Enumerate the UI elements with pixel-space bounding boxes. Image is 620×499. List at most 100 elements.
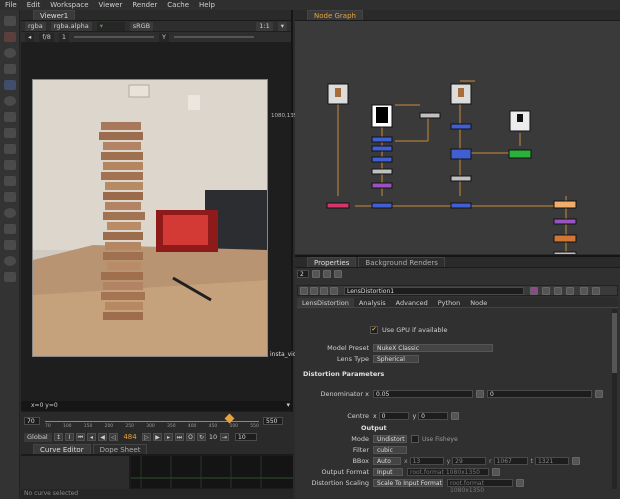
alpha-channel-select[interactable]: rgba.alpha: [50, 21, 92, 31]
settings-icon[interactable]: [330, 287, 338, 295]
bbox-t-field[interactable]: 1321: [534, 457, 569, 465]
in-point-icon[interactable]: I: [65, 433, 74, 441]
bbox-x-field[interactable]: 13: [409, 457, 444, 465]
next-keyframe-icon[interactable]: ▸: [164, 433, 173, 441]
bbox-anim-icon[interactable]: [571, 457, 580, 465]
denominator-anim-icon[interactable]: [476, 390, 484, 398]
node-name-field[interactable]: LensDistortion1: [344, 287, 524, 295]
menu-file[interactable]: File: [0, 0, 22, 10]
float-icon[interactable]: [323, 270, 331, 278]
out-point-icon[interactable]: O: [186, 433, 195, 441]
node-blue-6[interactable]: [450, 202, 472, 209]
merge-tool-icon[interactable]: [4, 128, 16, 138]
node-blue-1[interactable]: [371, 136, 393, 143]
subtab-node[interactable]: Node: [465, 298, 492, 307]
3d-tool-icon[interactable]: [4, 160, 16, 170]
prev-frame-icon[interactable]: ◁: [109, 433, 118, 441]
zoom-select[interactable]: 1:1: [256, 21, 273, 31]
tab-node-graph[interactable]: Node Graph: [307, 10, 363, 20]
channel-tool-icon[interactable]: [4, 64, 16, 74]
centre-x-field[interactable]: 0: [378, 412, 409, 420]
views-tool-icon[interactable]: [4, 176, 16, 186]
transform-tool-icon[interactable]: [4, 144, 16, 154]
last-frame-icon[interactable]: ⏭: [175, 433, 184, 441]
centre-y-field[interactable]: 0: [418, 412, 449, 420]
particles-tool-icon[interactable]: [4, 208, 16, 218]
gamma-slider[interactable]: [174, 36, 255, 38]
distortion-scaling-dropdown[interactable]: Scale To Input Format: [373, 479, 443, 487]
denominator-second-field[interactable]: 0: [487, 390, 592, 398]
node-viewer[interactable]: [553, 251, 577, 254]
frame-field[interactable]: 1: [58, 32, 70, 42]
node-color-icon[interactable]: [530, 287, 538, 295]
subtab-advanced[interactable]: Advanced: [391, 298, 433, 307]
subtab-python[interactable]: Python: [433, 298, 466, 307]
ofx-tool-icon[interactable]: [4, 272, 16, 282]
close-node-icon[interactable]: [592, 287, 600, 295]
mode-dropdown[interactable]: Undistort: [373, 435, 407, 443]
properties-scroll-thumb[interactable]: [612, 313, 617, 373]
node-blue-2[interactable]: [371, 145, 393, 152]
properties-scrollbar[interactable]: [612, 309, 617, 489]
distortion-scaling-anim-icon[interactable]: [516, 479, 524, 487]
current-frame-field[interactable]: 484: [120, 433, 140, 441]
info-bar-dropdown-icon[interactable]: ▾: [286, 401, 290, 409]
prev-keyframe-icon[interactable]: ◂: [87, 433, 96, 441]
node-roto-preview[interactable]: [509, 110, 531, 132]
node-orange[interactable]: [553, 234, 577, 243]
image-tool-icon[interactable]: [4, 16, 16, 26]
use-gpu-checkbox[interactable]: ✔: [370, 326, 378, 334]
step-field[interactable]: 10: [208, 433, 218, 441]
node-blue-3[interactable]: [371, 156, 393, 163]
tab-dope-sheet[interactable]: Dope Sheet: [92, 444, 148, 454]
node-merge[interactable]: [450, 148, 472, 160]
menu-render[interactable]: Render: [127, 0, 162, 10]
centre-icon[interactable]: [310, 287, 318, 295]
subtab-lensdistortion[interactable]: LensDistortion: [297, 298, 354, 307]
node-grey-3[interactable]: [450, 175, 472, 182]
model-preset-dropdown[interactable]: NukeX Classic: [373, 344, 493, 352]
fps-icon[interactable]: ↕: [54, 433, 63, 441]
output-format-text[interactable]: root.format 1080x1350: [407, 468, 489, 476]
node-read-1[interactable]: [327, 83, 349, 105]
distortion-scaling-text[interactable]: root.format 1080x1350: [447, 479, 513, 494]
node-pink[interactable]: [326, 202, 350, 209]
channels-select[interactable]: rgba: [25, 21, 46, 31]
max-panels-field[interactable]: 2: [297, 270, 309, 278]
first-frame-icon[interactable]: ⏮: [76, 433, 85, 441]
color-tool-icon[interactable]: [4, 80, 16, 90]
loop-icon[interactable]: ↻: [197, 433, 206, 441]
node-purple-1[interactable]: [371, 182, 393, 189]
node-green[interactable]: [508, 149, 532, 159]
node-blue-4[interactable]: [371, 202, 393, 209]
float-node-icon[interactable]: [580, 287, 588, 295]
denominator-second-anim-icon[interactable]: [595, 390, 603, 398]
toolsets-tool-icon[interactable]: [4, 224, 16, 234]
scope-select[interactable]: Global: [24, 432, 52, 442]
bbox-r-field[interactable]: 1067: [493, 457, 528, 465]
play-forward-icon[interactable]: ▶: [153, 433, 162, 441]
node-read-2[interactable]: [450, 83, 472, 105]
play-backward-icon[interactable]: ◀: [98, 433, 107, 441]
bbox-y-field[interactable]: 29: [452, 457, 487, 465]
node-lensdistortion[interactable]: [553, 200, 577, 209]
time-tool-icon[interactable]: [4, 48, 16, 58]
output-format-anim-icon[interactable]: [492, 468, 500, 476]
subtab-analysis[interactable]: Analysis: [354, 298, 391, 307]
menu-help[interactable]: Help: [194, 0, 220, 10]
colorspace-select[interactable]: sRGB: [129, 21, 154, 31]
timeline-start-field[interactable]: 70: [24, 417, 40, 425]
gain-icon[interactable]: ◂: [25, 32, 35, 42]
node-constant[interactable]: [371, 104, 393, 128]
curve-graph-area[interactable]: [131, 456, 293, 488]
node-purple-2[interactable]: [553, 218, 577, 225]
tab-background-renders[interactable]: Background Renders: [358, 257, 445, 267]
step-forward-icon[interactable]: ⇥: [220, 433, 229, 441]
use-fisheye-checkbox[interactable]: [411, 435, 419, 443]
clear-icon[interactable]: [334, 270, 342, 278]
denominator-field[interactable]: 0.05: [373, 390, 473, 398]
node-grey-2[interactable]: [371, 168, 393, 175]
node-graph-canvas[interactable]: [295, 21, 620, 254]
node-blue-5[interactable]: [450, 123, 472, 130]
bbox-dropdown[interactable]: Auto: [373, 457, 401, 465]
